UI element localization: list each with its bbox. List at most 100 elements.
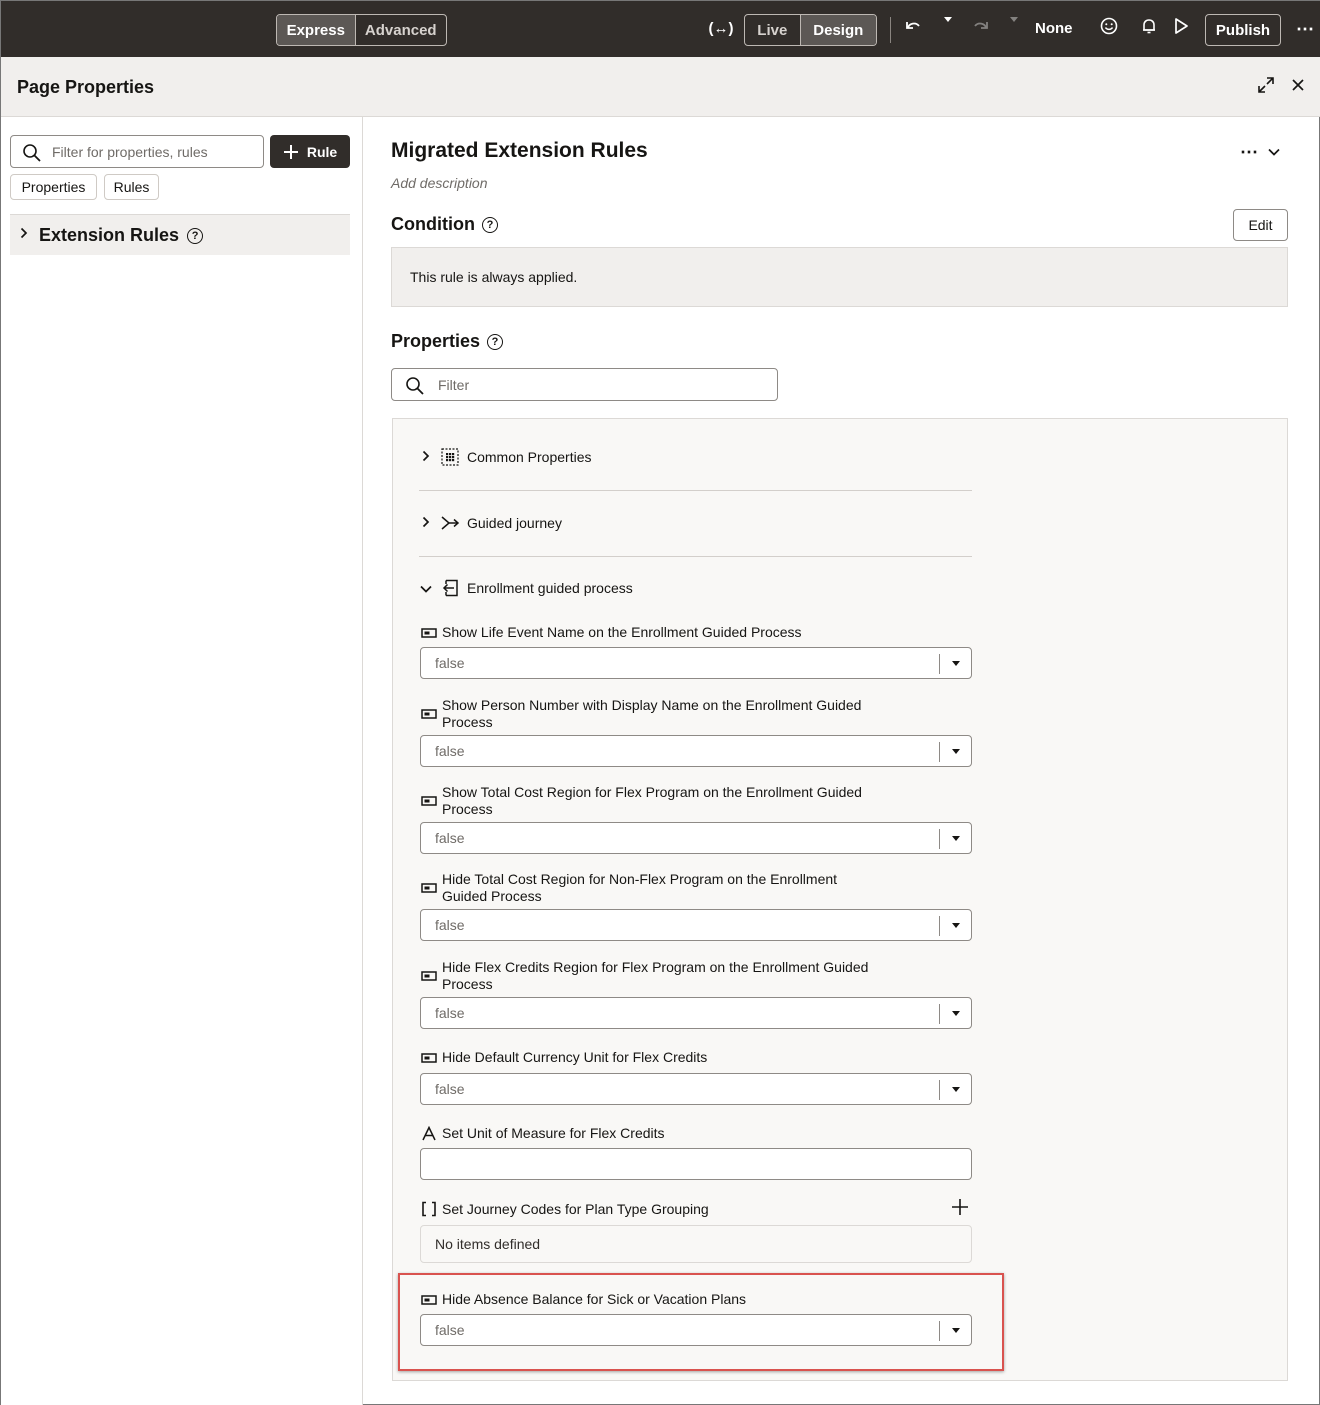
property-select[interactable]: false (420, 647, 972, 679)
caret-down-icon[interactable] (952, 923, 960, 928)
properties-rules-search-input[interactable]: Filter for properties, rules (10, 135, 264, 168)
add-rule-button[interactable]: Rule (270, 135, 350, 168)
properties-filter-input[interactable]: Filter (391, 368, 778, 401)
sandbox-label[interactable]: None (1035, 20, 1073, 37)
top-toolbar: Express Advanced (↔) Live Design None Pu… (1, 1, 1320, 57)
chevron-down-icon[interactable] (1262, 140, 1286, 164)
rule-title[interactable]: Migrated Extension Rules (391, 139, 648, 163)
property-select[interactable]: false (420, 1073, 972, 1105)
caret-down-icon[interactable] (952, 1011, 960, 1016)
mode-toggle: Express Advanced (276, 14, 447, 46)
panel-header (1, 57, 1320, 117)
select-value: false (435, 655, 465, 671)
group-enrollment-guided-process[interactable]: Enrollment guided process (419, 576, 633, 600)
description-placeholder[interactable]: Add description (391, 175, 488, 191)
filter-placeholder: Filter (438, 377, 470, 393)
chevron-right-icon[interactable] (20, 226, 28, 242)
tree-item-extension-rules[interactable]: Extension Rules ? (10, 214, 350, 255)
property-select[interactable]: false (420, 822, 972, 854)
left-pane (1, 117, 363, 1405)
property-select[interactable]: false (420, 909, 972, 941)
property-label: Hide Total Cost Region for Non-Flex Prog… (421, 871, 891, 905)
group-common-properties[interactable]: Common Properties (419, 445, 592, 469)
select-divider (939, 916, 940, 936)
view-live-button[interactable]: Live (745, 15, 800, 45)
property-label: Show Life Event Name on the Enrollment G… (421, 624, 891, 641)
edit-condition-button[interactable]: Edit (1233, 209, 1288, 241)
condition-heading: Condition ? (391, 214, 498, 235)
property-select[interactable]: false (420, 997, 972, 1029)
toolbar-divider (890, 17, 891, 43)
undo-menu-caret-icon[interactable] (939, 17, 957, 23)
toggle-field-icon (421, 709, 437, 719)
expand-icon[interactable] (1254, 73, 1278, 97)
redo-menu-caret-icon[interactable] (1006, 17, 1022, 23)
caret-down-icon[interactable] (952, 836, 960, 841)
undo-icon[interactable] (901, 17, 925, 35)
properties-help-icon[interactable]: ? (487, 333, 504, 350)
group-guided-journey[interactable]: Guided journey (419, 511, 562, 535)
select-value: false (435, 1081, 465, 1097)
search-icon (23, 144, 41, 162)
variables-icon[interactable]: (↔) (709, 17, 734, 41)
select-divider (939, 742, 940, 762)
text-field-icon (422, 1126, 436, 1141)
journey-codes-list: No items defined (420, 1225, 972, 1263)
view-toggle: Live Design (744, 14, 877, 46)
property-label-text: Hide Flex Credits Region for Flex Progra… (442, 959, 869, 992)
enter-process-icon (441, 579, 459, 597)
select-value: false (435, 743, 465, 759)
property-select[interactable]: false (420, 735, 972, 767)
condition-heading-text: Condition (391, 214, 475, 234)
property-label-text: Set Unit of Measure for Flex Credits (442, 1125, 665, 1141)
feedback-smiley-icon[interactable] (1097, 17, 1121, 35)
group-label: Enrollment guided process (467, 580, 633, 596)
journey-merge-icon (441, 514, 459, 532)
highlight-callout-box (398, 1273, 1004, 1371)
group-divider (419, 556, 972, 557)
chevron-right-icon[interactable] (419, 516, 433, 531)
array-brackets-icon (422, 1201, 436, 1217)
rules-filter-chip[interactable]: Rules (104, 174, 159, 200)
select-divider (939, 654, 940, 674)
property-label-text: Show Total Cost Region for Flex Program … (442, 784, 862, 817)
property-label-text: Hide Default Currency Unit for Flex Cred… (442, 1049, 708, 1065)
caret-down-icon[interactable] (952, 1087, 960, 1092)
empty-list-text: No items defined (435, 1236, 541, 1252)
publish-button[interactable]: Publish (1205, 14, 1281, 46)
rule-more-options-icon[interactable]: ⋯ (1237, 140, 1261, 164)
more-options-icon[interactable]: ⋯ (1293, 17, 1317, 41)
mode-express-button[interactable]: Express (277, 15, 355, 45)
mode-advanced-button[interactable]: Advanced (354, 15, 446, 45)
panel-title: Page Properties (17, 77, 155, 97)
chevron-down-icon[interactable] (419, 581, 433, 596)
preview-play-icon[interactable] (1169, 17, 1193, 35)
tree-item-text: Extension Rules (39, 225, 180, 245)
property-label: Show Person Number with Display Name on … (421, 697, 891, 731)
select-divider (939, 1080, 940, 1100)
chevron-right-icon[interactable] (419, 450, 433, 465)
notifications-bell-icon[interactable] (1137, 17, 1161, 35)
add-item-plus-icon[interactable] (951, 1198, 969, 1220)
condition-help-icon[interactable]: ? (481, 216, 498, 233)
properties-filter-chip[interactable]: Properties (10, 174, 97, 200)
group-divider (419, 490, 972, 491)
select-value: false (435, 917, 465, 933)
property-label: Hide Default Currency Unit for Flex Cred… (421, 1049, 891, 1066)
property-label: Set Unit of Measure for Flex Credits (421, 1125, 891, 1142)
view-design-button[interactable]: Design (799, 15, 876, 45)
help-icon[interactable]: ? (187, 228, 204, 245)
toggle-field-icon (421, 1053, 437, 1063)
property-label-text: Hide Total Cost Region for Non-Flex Prog… (442, 871, 838, 904)
group-label: Guided journey (467, 515, 562, 531)
close-icon[interactable] (1286, 73, 1310, 97)
search-placeholder: Filter for properties, rules (52, 144, 208, 160)
caret-down-icon[interactable] (952, 661, 960, 666)
redo-icon[interactable] (969, 17, 993, 35)
property-label: Show Total Cost Region for Flex Program … (421, 784, 891, 818)
property-label-text: Show Life Event Name on the Enrollment G… (442, 624, 802, 640)
search-icon (406, 377, 424, 395)
unit-of-measure-input[interactable] (420, 1148, 972, 1180)
tree-item-label: Extension Rules ? (39, 225, 204, 246)
caret-down-icon[interactable] (952, 749, 960, 754)
